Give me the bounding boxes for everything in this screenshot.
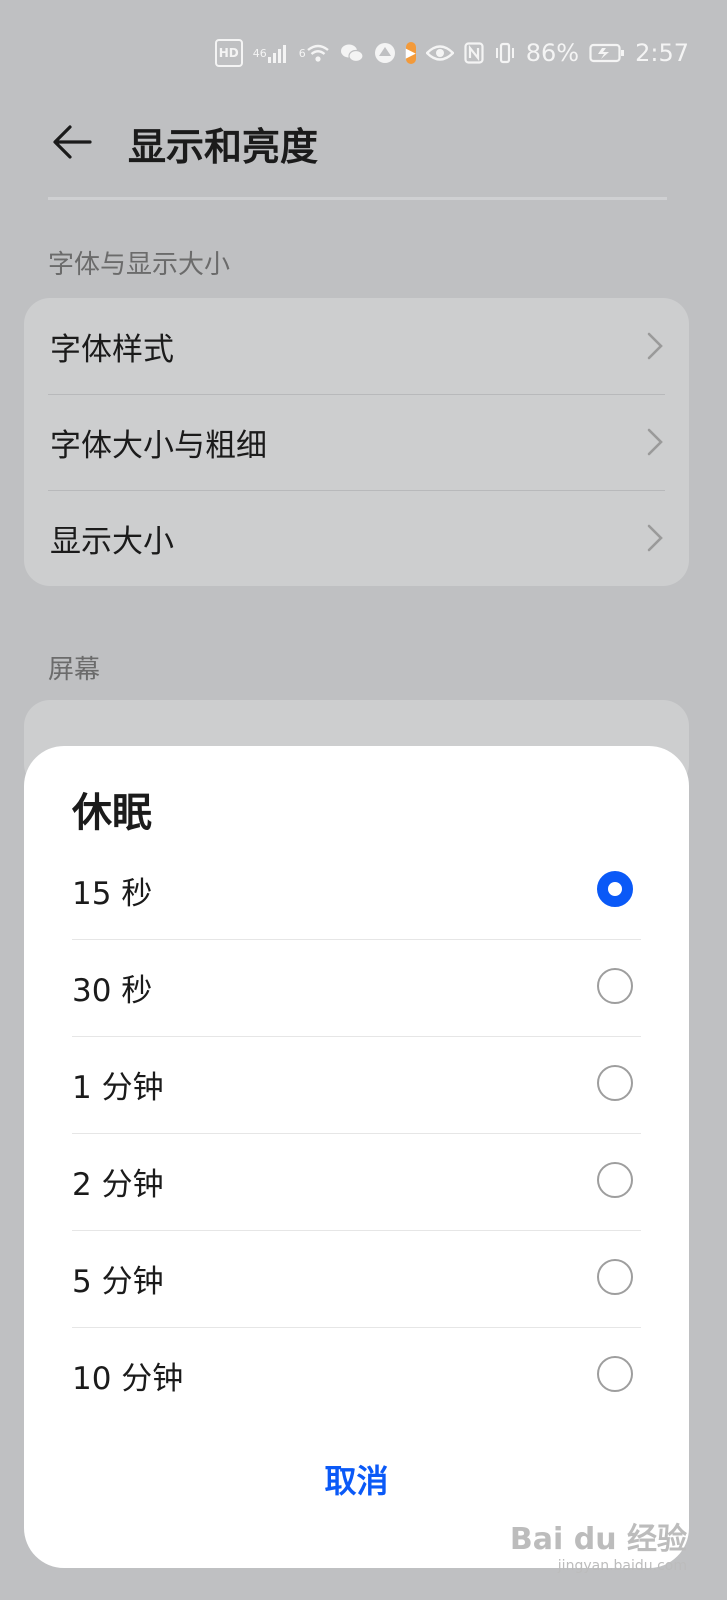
chevron-right-icon [647,332,663,360]
cellular-signal-icon: 46 [253,41,289,65]
sleep-option-10min[interactable]: 10 分钟 [24,1327,689,1424]
sleep-option-30s[interactable]: 30 秒 [24,939,689,1036]
radio-unselected-icon[interactable] [597,968,633,1004]
wechat-icon [340,41,364,65]
option-label: 2 分钟 [72,1167,164,1203]
option-label: 10 分钟 [72,1361,184,1397]
status-bar: HD 46 6 ▶ 86% 2:57 [214,36,689,70]
chevron-right-icon [647,524,663,552]
sleep-option-5min[interactable]: 5 分钟 [24,1230,689,1327]
cancel-button[interactable]: 取消 [24,1456,689,1502]
settings-item-label: 字体样式 [50,331,174,368]
watermark-url: jingyan.baidu.com [557,1558,687,1574]
radio-unselected-icon[interactable] [597,1162,633,1198]
app-header: 显示和亮度 [0,112,727,176]
watermark-main-text: Bai du 经验 [509,1522,687,1557]
chevron-right-icon [647,428,663,456]
settings-item-font-size-weight[interactable]: 字体大小与粗细 [24,394,689,490]
radio-unselected-icon[interactable] [597,1065,633,1101]
sleep-option-list: 15 秒 30 秒 1 分钟 2 分钟 5 分钟 10 分钟 [24,842,689,1424]
wifi-tag-label: 6 [298,46,306,60]
hd-icon: HD [214,39,243,67]
back-arrow-icon[interactable] [50,120,94,164]
section-label-screen: 屏幕 [48,655,101,685]
battery-percent: 86% [525,39,580,67]
nfc-icon [464,41,484,65]
radio-unselected-icon[interactable] [597,1259,633,1295]
sleep-option-15s[interactable]: 15 秒 [24,842,689,939]
sleep-option-2min[interactable]: 2 分钟 [24,1133,689,1230]
sleep-option-1min[interactable]: 1 分钟 [24,1036,689,1133]
eye-comfort-icon [425,41,454,65]
settings-item-label: 字体大小与粗细 [50,427,267,464]
clock: 2:57 [635,39,689,67]
settings-card-font-display: 字体样式 字体大小与粗细 显示大小 [24,298,689,586]
network-type-label: 46 [252,46,267,60]
browser-app-icon [374,41,396,65]
section-label-font-display: 字体与显示大小 [48,250,231,280]
settings-item-label: 显示大小 [50,523,174,560]
video-app-icon: ▶ [405,42,416,64]
option-label: 5 分钟 [72,1264,164,1300]
vibrate-icon [494,41,516,65]
wifi-icon: 6 [299,41,330,65]
settings-item-display-size[interactable]: 显示大小 [24,490,689,586]
settings-item-font-style[interactable]: 字体样式 [24,298,689,394]
watermark-logo: Bai du 经验 jingyan.baidu.com [510,1514,687,1574]
radio-unselected-icon[interactable] [597,1356,633,1392]
dialog-title: 休眠 [72,790,152,836]
sleep-dialog: 休眠 15 秒 30 秒 1 分钟 2 分钟 5 分钟 10 分钟 取消 [24,746,689,1568]
option-label: 15 秒 [72,876,153,912]
header-divider [48,197,667,200]
page-title: 显示和亮度 [128,125,319,169]
battery-charging-icon [589,41,625,65]
option-label: 1 分钟 [72,1070,164,1106]
radio-selected-icon[interactable] [597,871,633,907]
option-label: 30 秒 [72,973,153,1009]
